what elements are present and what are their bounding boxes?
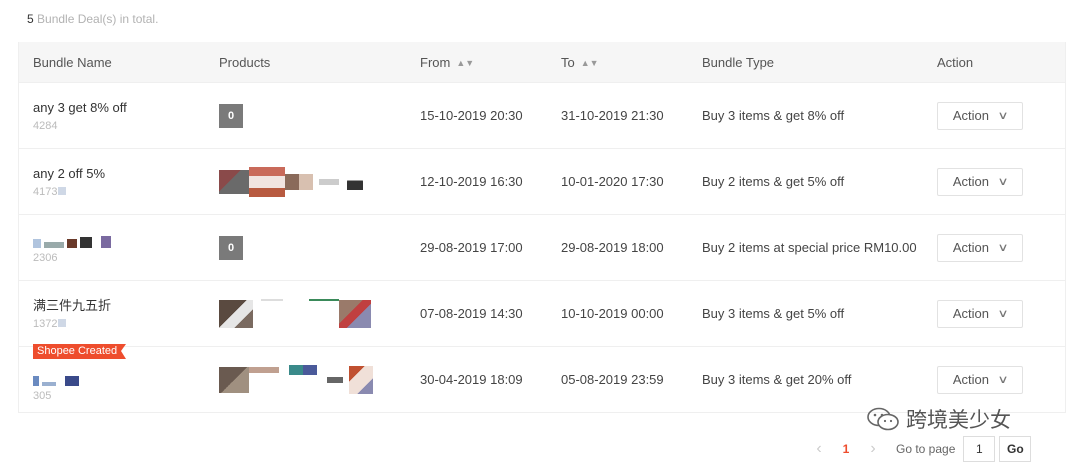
- col-action: Action: [937, 54, 974, 70]
- pagination: ‹ 1 › Go to page 1 Go: [808, 436, 1032, 462]
- action-dropdown-button[interactable]: Action ∨: [937, 101, 1023, 130]
- product-thumbnails: [219, 364, 420, 395]
- bundle-id: 305: [33, 389, 52, 402]
- chevron-down-icon: ∨: [997, 176, 1009, 188]
- to-date: 10-10-2019 00:00: [561, 306, 664, 321]
- bundle-id: 4284: [33, 119, 58, 132]
- to-date: 10-01-2020 17:30: [561, 174, 664, 189]
- product-thumbnail[interactable]: [219, 366, 249, 393]
- bundle-id: 1372: [33, 318, 219, 330]
- go-button[interactable]: Go: [999, 436, 1032, 462]
- next-page-icon[interactable]: ›: [862, 440, 884, 458]
- product-thumbnail[interactable]: [339, 299, 371, 328]
- prev-page-icon[interactable]: ‹: [808, 440, 830, 458]
- product-thumbnails: [219, 166, 420, 197]
- bundle-name-obscured[interactable]: [33, 232, 219, 248]
- product-thumbnail[interactable]: [219, 299, 253, 328]
- col-bundle-type: Bundle Type: [702, 54, 775, 70]
- product-thumbnail[interactable]: [347, 173, 363, 190]
- watermark: 跨境美少女: [866, 404, 1011, 434]
- bundle-deals-table: Bundle Name Products From ▲▼ To ▲▼ Bundle …: [18, 42, 1066, 413]
- sort-updown-icon[interactable]: ▲▼: [456, 58, 474, 68]
- bundle-id: 4173: [33, 186, 219, 198]
- goto-page-input[interactable]: 1: [963, 436, 996, 462]
- from-date: 29-08-2019 17:00: [420, 240, 523, 255]
- deal-count: 5: [27, 12, 34, 26]
- product-thumbnail[interactable]: [249, 366, 279, 373]
- from-date: 15-10-2019 20:30: [420, 108, 523, 123]
- bundle-type: Buy 2 items & get 5% off: [702, 174, 845, 189]
- product-count-badge: 0: [219, 235, 243, 260]
- product-thumbnail[interactable]: [349, 365, 373, 394]
- col-products: Products: [219, 54, 271, 70]
- chevron-down-icon: ∨: [997, 308, 1009, 320]
- product-thumbnail[interactable]: [327, 376, 343, 383]
- bundle-name[interactable]: any 3 get 8% off: [33, 100, 219, 116]
- bundle-type: Buy 2 items at special price RM10.00: [702, 240, 917, 255]
- bundle-name-obscured[interactable]: [33, 370, 219, 386]
- product-thumbnail[interactable]: [289, 364, 317, 375]
- goto-page-label: Go to page: [896, 442, 956, 456]
- from-date: 30-04-2019 18:09: [420, 372, 523, 387]
- deal-summary: 5 Bundle Deal(s) in total.: [27, 12, 158, 26]
- action-dropdown-button[interactable]: Action ∨: [937, 365, 1023, 394]
- chevron-down-icon: ∨: [997, 242, 1009, 254]
- watermark-text: 跨境美少女: [906, 409, 1011, 432]
- product-thumbnail[interactable]: [219, 169, 249, 194]
- action-dropdown-button[interactable]: Action ∨: [937, 299, 1023, 328]
- from-date: 12-10-2019 16:30: [420, 174, 523, 189]
- bundle-name[interactable]: 满三件九五折: [33, 298, 219, 314]
- col-to[interactable]: To ▲▼: [561, 55, 702, 70]
- chevron-down-icon: ∨: [997, 374, 1009, 386]
- bundle-name[interactable]: any 2 off 5%: [33, 166, 219, 182]
- table-row: Shopee Created 305 30-04-2019 18:09 05-0…: [19, 344, 1065, 412]
- product-thumbnail[interactable]: [309, 298, 339, 301]
- product-thumbnail[interactable]: [285, 173, 313, 190]
- product-count-badge: 0: [219, 103, 243, 128]
- bundle-type: Buy 3 items & get 8% off: [702, 108, 845, 123]
- table-row: 满三件九五折 1372 07-08-2019 14:30 10-10-2019 …: [19, 280, 1065, 346]
- product-thumbnail[interactable]: [249, 166, 285, 197]
- table-row: 2306 0 29-08-2019 17:00 29-08-2019 18:00…: [19, 214, 1065, 280]
- action-dropdown-button[interactable]: Action ∨: [937, 167, 1023, 196]
- bundle-type: Buy 3 items & get 5% off: [702, 306, 845, 321]
- table-header: Bundle Name Products From ▲▼ To ▲▼ Bundle …: [19, 42, 1065, 82]
- action-dropdown-button[interactable]: Action ∨: [937, 233, 1023, 262]
- to-date: 05-08-2019 23:59: [561, 372, 664, 387]
- page-number[interactable]: 1: [830, 442, 862, 456]
- sort-updown-icon[interactable]: ▲▼: [581, 58, 599, 68]
- col-from[interactable]: From ▲▼: [420, 55, 561, 70]
- to-date: 31-10-2019 21:30: [561, 108, 664, 123]
- deal-summary-text: Bundle Deal(s) in total.: [33, 12, 159, 26]
- to-date: 29-08-2019 18:00: [561, 240, 664, 255]
- shopee-created-badge: Shopee Created: [33, 344, 127, 359]
- wechat-icon: [867, 407, 899, 431]
- product-thumbnails: [219, 298, 420, 329]
- from-date: 07-08-2019 14:30: [420, 306, 523, 321]
- table-row: any 3 get 8% off 4284 0 15-10-2019 20:30…: [19, 82, 1065, 148]
- col-bundle-name: Bundle Name: [33, 54, 112, 70]
- product-thumbnail[interactable]: [261, 298, 283, 301]
- bundle-type: Buy 3 items & get 20% off: [702, 372, 852, 387]
- table-row: any 2 off 5% 4173 12-10-2019 16:30 10-01…: [19, 148, 1065, 214]
- bundle-id: 2306: [33, 251, 58, 264]
- product-thumbnail[interactable]: [319, 178, 339, 185]
- chevron-down-icon: ∨: [997, 110, 1009, 122]
